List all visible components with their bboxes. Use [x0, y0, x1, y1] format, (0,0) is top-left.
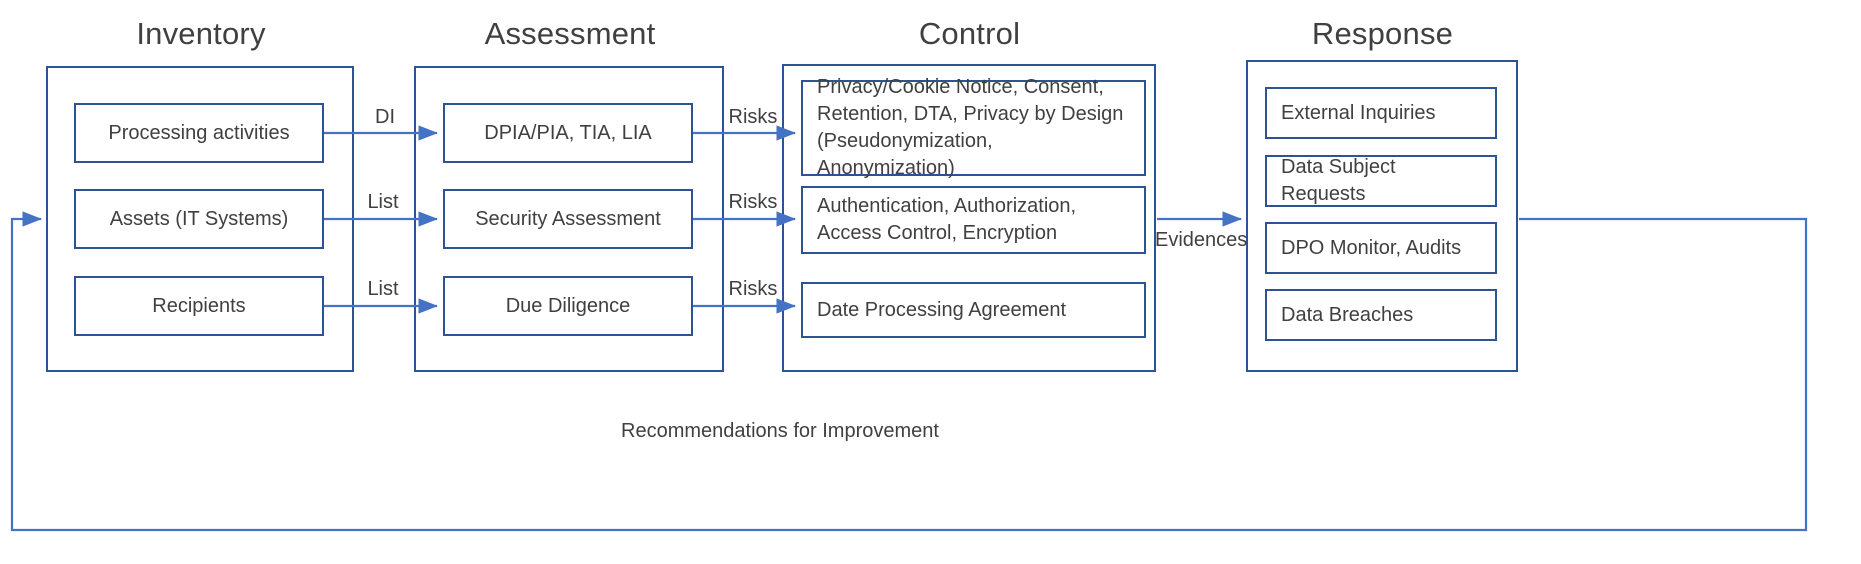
edge-label-risks-2: Risks	[728, 191, 778, 213]
column-header-control: Control	[918, 16, 1021, 51]
column-header-response: Response	[1311, 16, 1454, 51]
inventory-item-processing-activities[interactable]: Processing activities	[74, 103, 324, 163]
inventory-item-recipients[interactable]: Recipients	[74, 276, 324, 336]
response-item-dpo-monitor[interactable]: DPO Monitor, Audits	[1265, 222, 1497, 274]
edge-label-recommendations: Recommendations for Improvement	[621, 420, 939, 442]
diagram-canvas: Inventory Assessment Control Response Pr…	[0, 0, 1861, 564]
response-item-external-inquiries[interactable]: External Inquiries	[1265, 87, 1497, 139]
assessment-item-security-assessment[interactable]: Security Assessment	[443, 189, 693, 249]
assessment-item-due-diligence[interactable]: Due Diligence	[443, 276, 693, 336]
response-item-data-subject-requests[interactable]: Data Subject Requests	[1265, 155, 1497, 207]
assessment-item-dpia[interactable]: DPIA/PIA, TIA, LIA	[443, 103, 693, 163]
column-header-assessment: Assessment	[484, 16, 656, 51]
edge-label-di: DI	[375, 106, 395, 128]
edge-label-list-2: List	[367, 278, 399, 300]
column-header-inventory: Inventory	[136, 16, 266, 51]
control-item-authentication[interactable]: Authentication, Authorization, Access Co…	[801, 186, 1146, 254]
control-item-dpa[interactable]: Date Processing Agreement	[801, 282, 1146, 338]
control-item-privacy-notice[interactable]: Privacy/Cookie Notice, Consent, Retentio…	[801, 76, 1146, 179]
edge-label-evidences: Evidences	[1155, 229, 1248, 251]
response-item-data-breaches[interactable]: Data Breaches	[1265, 289, 1497, 341]
inventory-item-assets[interactable]: Assets (IT Systems)	[74, 189, 324, 249]
edge-label-risks-1: Risks	[728, 106, 778, 128]
edge-label-risks-3: Risks	[728, 278, 778, 300]
edge-label-list-1: List	[367, 191, 399, 213]
